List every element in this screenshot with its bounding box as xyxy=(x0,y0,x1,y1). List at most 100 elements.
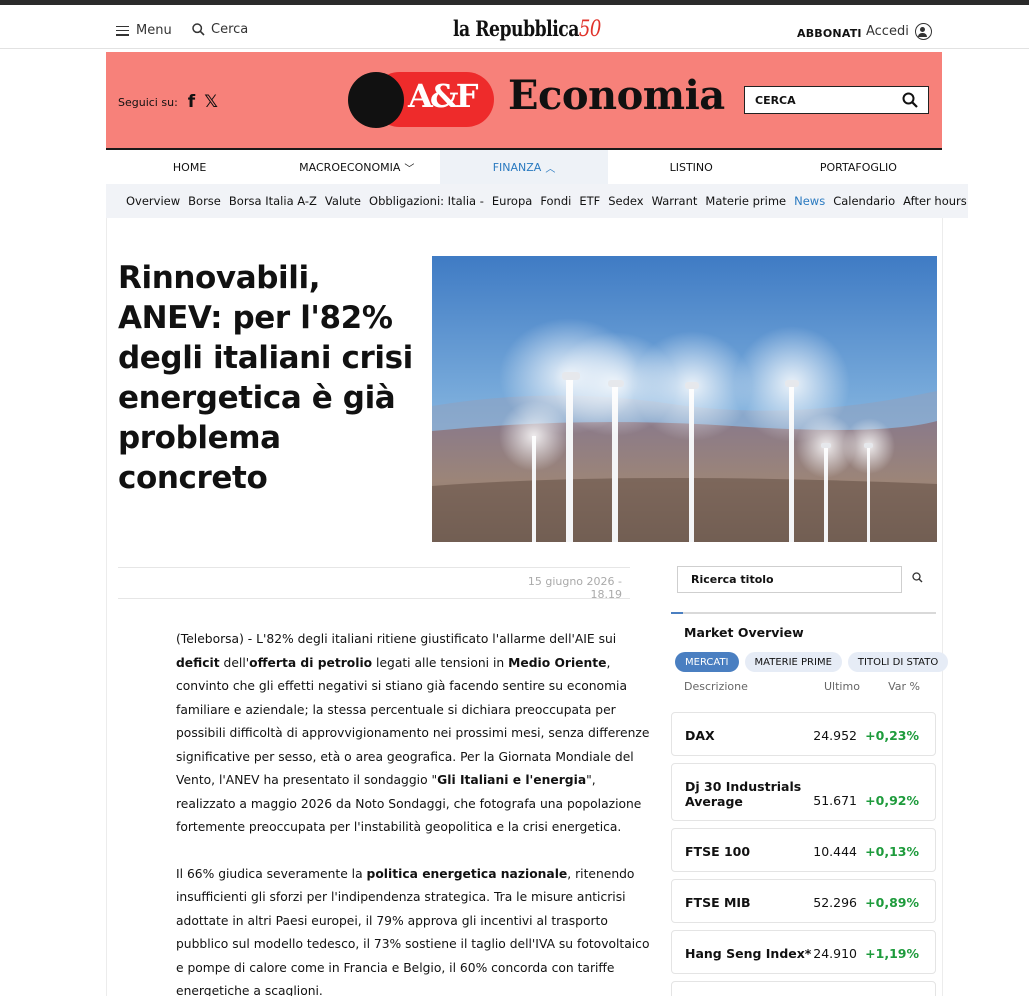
market-last: 24.952 xyxy=(813,728,857,743)
tab-mercati[interactable]: MERCATI xyxy=(675,652,739,672)
article-headline: Rinnovabili, ANEV: per l'82% degli itali… xyxy=(118,260,413,496)
subnav-fondi[interactable]: Fondi xyxy=(540,194,571,208)
market-var: +0,23% xyxy=(865,728,919,743)
follow-label: Seguici su: xyxy=(118,95,178,109)
market-var: +0,13% xyxy=(865,844,919,859)
logo-dot xyxy=(348,72,404,128)
subnav-materie-prime[interactable]: Materie prime xyxy=(705,194,786,208)
brand-anniversary: 50 xyxy=(578,17,601,42)
subnav-after-hours[interactable]: After hours xyxy=(903,194,967,208)
market-name: DAX xyxy=(685,728,715,743)
article-body: (Teleborsa) - L'82% degli italiani ritie… xyxy=(176,628,650,996)
subscribe-link[interactable]: ABBONATI xyxy=(797,27,862,40)
bold-text: deficit xyxy=(176,655,220,670)
subnav-etf[interactable]: ETF xyxy=(579,194,600,208)
facebook-icon[interactable]: f xyxy=(188,92,195,112)
nav-listino[interactable]: LISTINO xyxy=(608,150,775,184)
menu-label: Menu xyxy=(136,23,172,38)
market-divider xyxy=(671,612,936,614)
meta-divider-bottom xyxy=(118,598,630,599)
market-last: 24.910 xyxy=(813,946,857,961)
nav-home-label: HOME xyxy=(172,160,207,174)
section-title: Economia xyxy=(508,72,725,119)
user-icon xyxy=(914,23,932,40)
login-button[interactable]: Accedi xyxy=(866,23,932,40)
subnav-news[interactable]: News xyxy=(794,194,825,208)
subnav-overview[interactable]: Overview xyxy=(126,194,180,208)
chevron-down-icon: ﹀ xyxy=(404,163,415,175)
ticker-search-box xyxy=(677,566,902,593)
nav-listino-label: LISTINO xyxy=(669,160,713,174)
subnav-valute[interactable]: Valute xyxy=(325,194,361,208)
subnav-borse[interactable]: Borse xyxy=(188,194,221,208)
logo-text: A&F xyxy=(408,77,478,115)
nav-portafoglio-label: PORTAFOGLIO xyxy=(819,160,897,174)
subnav-obbligazioni[interactable]: Obbligazioni: Italia - xyxy=(369,194,484,208)
col-var: Var % xyxy=(888,680,920,693)
article-paragraph-1: (Teleborsa) - L'82% degli italiani ritie… xyxy=(176,632,650,834)
market-row[interactable]: Hang Seng Index* 24.910 +1,19% xyxy=(671,930,936,974)
section-search-box[interactable]: CERCA xyxy=(744,86,929,114)
chevron-up-icon: ︿ xyxy=(545,163,556,175)
article-hero-image xyxy=(432,256,937,542)
meta-divider-top xyxy=(118,567,630,568)
bold-text: politica energetica nazionale xyxy=(366,866,568,881)
tab-titoli-di-stato[interactable]: TITOLI DI STATO xyxy=(847,652,949,672)
market-last: 52.296 xyxy=(813,895,857,910)
social-follow: Seguici su: f 𝕏 xyxy=(118,92,218,112)
nav-portafoglio[interactable]: PORTAFOGLIO xyxy=(775,150,942,184)
subnav-sedex[interactable]: Sedex xyxy=(608,194,643,208)
bold-text: Medio Oriente xyxy=(508,655,607,670)
market-row[interactable]: Dj 30 Industrials Average 51.671 +0,92% xyxy=(671,763,936,821)
subnav-warrant[interactable]: Warrant xyxy=(652,194,698,208)
content-border-right xyxy=(942,218,943,996)
brand-name: la Repubblica xyxy=(453,16,579,41)
nav-home[interactable]: HOME xyxy=(106,150,273,184)
subnav-borsa-italia[interactable]: Borsa Italia A-Z xyxy=(229,194,317,208)
nav-macroeconomia[interactable]: MACROECONOMIA ﹀ xyxy=(273,150,440,184)
menu-button[interactable]: Menu xyxy=(116,23,172,38)
section-header: Seguici su: f 𝕏 A&F Economia CERCA xyxy=(106,52,942,150)
repubblica-logo[interactable]: la Repubblica50 xyxy=(453,16,601,42)
market-last: 10.444 xyxy=(813,844,857,859)
ticker-search-input[interactable] xyxy=(678,567,901,592)
market-row[interactable]: FTSE MIB 52.296 +0,89% xyxy=(671,879,936,923)
market-name: FTSE MIB xyxy=(685,895,751,910)
market-name: Hang Seng Index* xyxy=(685,946,812,961)
subnav-europa[interactable]: Europa xyxy=(492,194,532,208)
article-paragraph-2: Il 66% giudica severamente la politica e… xyxy=(176,866,650,996)
subnav-calendario[interactable]: Calendario xyxy=(833,194,895,208)
hamburger-icon xyxy=(116,25,129,36)
search-icon[interactable] xyxy=(912,572,923,583)
search-label: Cerca xyxy=(211,22,249,37)
market-last: 51.671 xyxy=(813,793,857,808)
login-label: Accedi xyxy=(866,24,909,39)
top-bar: Menu Cerca la Repubblica50 ABBONATI Acce… xyxy=(0,0,1029,49)
search-icon xyxy=(192,23,205,36)
x-icon[interactable]: 𝕏 xyxy=(204,92,218,112)
af-logo[interactable]: A&F xyxy=(348,72,494,128)
sub-nav: Overview Borse Borsa Italia A-Z Valute O… xyxy=(106,184,968,218)
content-border-left xyxy=(106,218,107,996)
market-var: +0,89% xyxy=(865,895,919,910)
market-row[interactable]: FTSE 100 10.444 +0,13% xyxy=(671,828,936,872)
nav-finanza[interactable]: FINANZA ︿ xyxy=(440,150,608,184)
bold-text: Gli Italiani e l'energia xyxy=(437,773,587,787)
col-descrizione: Descrizione xyxy=(684,680,748,693)
bold-text: offerta di petrolio xyxy=(249,655,373,670)
tab-materie-prime[interactable]: MATERIE PRIME xyxy=(744,652,842,672)
col-ultimo: Ultimo xyxy=(824,680,860,693)
market-var: +1,19% xyxy=(865,946,919,961)
main-nav: HOME MACROECONOMIA ﹀ FINANZA ︿ LISTINO POR… xyxy=(106,150,942,184)
search-icon xyxy=(902,92,918,108)
nav-macroeconomia-label: MACROECONOMIA xyxy=(299,160,401,174)
market-var: +0,92% xyxy=(865,793,919,808)
section-search-label: CERCA xyxy=(755,94,796,107)
market-overview-title: Market Overview xyxy=(684,625,804,640)
search-button[interactable]: Cerca xyxy=(192,22,248,37)
market-name: Dj 30 Industrials Average xyxy=(685,779,802,809)
market-name: FTSE 100 xyxy=(685,844,751,859)
market-row[interactable] xyxy=(671,981,936,996)
market-row[interactable]: DAX 24.952 +0,23% xyxy=(671,712,936,756)
market-tabs: MERCATI MATERIE PRIME TITOLI DI STATO xyxy=(675,652,954,672)
